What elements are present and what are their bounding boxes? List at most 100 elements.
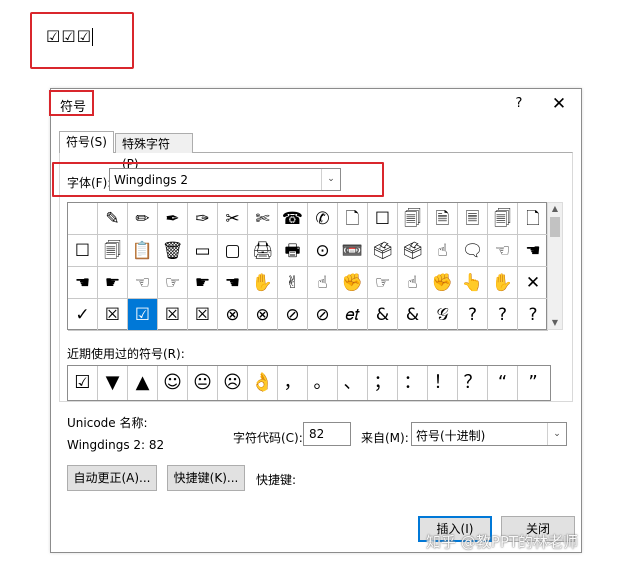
recent-symbol-cell[interactable]: “ <box>488 366 518 400</box>
symbol-cell[interactable]: 📋 <box>128 235 158 267</box>
symbol-cell[interactable]: ✑ <box>188 203 218 235</box>
watermark: 知乎 @教PPT的林老师 <box>426 533 579 551</box>
symbol-cell[interactable]: & <box>398 299 428 331</box>
symbol-cell[interactable]: ? <box>488 299 518 331</box>
symbol-cell[interactable]: 🗨 <box>458 235 488 267</box>
symbol-cell[interactable]: ✒ <box>158 203 188 235</box>
recent-symbol-cell[interactable]: 😐 <box>188 366 218 400</box>
recent-symbols-row: ☑ ▼ ▲ ☺ 😐 ☹ 👌，。、；：！？ “” <box>67 365 551 401</box>
symbol-cell[interactable]: ✆ <box>308 203 338 235</box>
symbol-cell[interactable]: ▢ <box>218 235 248 267</box>
symbol-cell[interactable]: ⊘ <box>308 299 338 331</box>
symbol-cell[interactable]: ☚ <box>218 267 248 299</box>
symbol-cell[interactable]: ☝ <box>308 267 338 299</box>
symbol-cell[interactable]: ☐ <box>68 235 98 267</box>
scroll-up-icon[interactable]: ▲ <box>548 203 562 215</box>
symbol-cell[interactable]: ☞ <box>368 267 398 299</box>
recent-symbol-cell[interactable]: ☹ <box>218 366 248 400</box>
recent-symbol-cell[interactable]: ” <box>518 366 548 400</box>
symbol-cell[interactable]: 🖶 <box>278 235 308 267</box>
symbol-cell[interactable]: ✋ <box>248 267 278 299</box>
recent-symbol-cell[interactable]: ： <box>398 366 428 400</box>
symbol-cell[interactable]: 🗳 <box>398 235 428 267</box>
symbol-cell[interactable]: ☒ <box>188 299 218 331</box>
char-code-input[interactable]: 82 <box>303 422 351 446</box>
symbol-cell[interactable]: ☝ <box>398 267 428 299</box>
symbol-cell[interactable]: ☜ <box>128 267 158 299</box>
recent-symbol-cell[interactable]: ☑ <box>68 366 98 400</box>
symbol-cell[interactable]: ⊗ <box>218 299 248 331</box>
recent-symbol-cell[interactable]: ▼ <box>98 366 128 400</box>
from-select-value: 符号(十进制) <box>416 429 486 443</box>
symbol-cell[interactable]: ☝ <box>428 235 458 267</box>
symbol-cell[interactable]: ☛ <box>188 267 218 299</box>
symbol-cell[interactable]: ☐ <box>368 203 398 235</box>
symbol-cell[interactable]: 🗐 <box>488 203 518 235</box>
symbol-cell[interactable]: ⊙ <box>308 235 338 267</box>
symbol-cell[interactable]: ✌ <box>278 267 308 299</box>
symbol-cell[interactable]: ⊘ <box>278 299 308 331</box>
close-icon[interactable]: ✕ <box>547 92 571 116</box>
recent-symbol-cell[interactable]: 。 <box>308 366 338 400</box>
recent-symbol-cell[interactable]: 👌 <box>248 366 278 400</box>
help-button[interactable]: ? <box>509 94 529 114</box>
symbol-cell[interactable]: 🗐 <box>398 203 428 235</box>
autocorrect-button[interactable]: 自动更正(A)... <box>67 465 157 491</box>
symbol-cell[interactable]: 🗑 <box>158 235 188 267</box>
unicode-name-label: Unicode 名称: <box>67 416 148 430</box>
symbol-cell[interactable]: 🗐 <box>98 235 128 267</box>
symbol-cell[interactable]: ✊ <box>428 267 458 299</box>
dialog-titlebar[interactable]: 符号 ? ✕ <box>49 89 581 119</box>
symbol-cell[interactable]: ☑ <box>128 299 158 331</box>
symbol-cell[interactable]: ✊ <box>338 267 368 299</box>
symbol-cell[interactable]: ✏ <box>128 203 158 235</box>
symbol-cell[interactable]: 𝒢 <box>428 299 458 331</box>
symbol-cell[interactable]: ☛ <box>98 267 128 299</box>
symbol-cell[interactable]: ☒ <box>98 299 128 331</box>
symbol-cell[interactable]: 🗋 <box>338 203 368 235</box>
symbol-cell[interactable]: 📼 <box>338 235 368 267</box>
recent-symbol-cell[interactable]: ！ <box>428 366 458 400</box>
symbol-cell[interactable]: ✕ <box>518 267 548 299</box>
from-select[interactable]: 符号(十进制) ⌄ <box>411 422 567 446</box>
tab-special-characters[interactable]: 特殊字符(P) <box>115 133 193 171</box>
chevron-down-icon[interactable]: ⌄ <box>547 423 566 445</box>
recent-symbol-cell[interactable]: ☺ <box>158 366 188 400</box>
shortcut-key-button[interactable]: 快捷键(K)... <box>167 465 245 491</box>
symbol-cell[interactable]: 𝑒𝑡 <box>338 299 368 331</box>
recent-symbol-cell[interactable]: ？ <box>458 366 488 400</box>
symbol-cell[interactable]: ⊗ <box>248 299 278 331</box>
symbol-cell[interactable]: ? <box>458 299 488 331</box>
char-code-label: 字符代码(C): <box>233 431 303 445</box>
recent-symbol-cell[interactable]: ； <box>368 366 398 400</box>
scrollbar-thumb[interactable] <box>550 217 560 237</box>
tab-symbols[interactable]: 符号(S) <box>59 131 114 153</box>
symbol-cell[interactable]: ☜ <box>488 235 518 267</box>
symbol-cell[interactable]: ▭ <box>188 235 218 267</box>
symbol-cell[interactable]: ✄ <box>248 203 278 235</box>
symbol-cell[interactable]: ✋ <box>488 267 518 299</box>
recent-symbol-cell[interactable]: ▲ <box>128 366 158 400</box>
symbol-cell[interactable]: ✓ <box>68 299 98 331</box>
symbol-cell[interactable]: 🖨 <box>248 235 278 267</box>
symbol-cell[interactable] <box>68 203 98 235</box>
symbol-cell[interactable]: ☚ <box>518 235 548 267</box>
symbol-cell[interactable]: ☚ <box>68 267 98 299</box>
symbol-cell[interactable]: ☒ <box>158 299 188 331</box>
symbol-cell[interactable]: & <box>368 299 398 331</box>
scroll-down-icon[interactable]: ▼ <box>548 317 562 329</box>
symbol-cell[interactable]: ☞ <box>158 267 188 299</box>
symbol-cell[interactable]: 🗏 <box>458 203 488 235</box>
symbol-cell[interactable]: ? <box>518 299 548 331</box>
grid-scrollbar[interactable]: ▲ ▼ <box>547 202 563 330</box>
highlight-box-title <box>49 90 94 116</box>
recent-symbol-cell[interactable]: ， <box>278 366 308 400</box>
recent-symbol-cell[interactable]: 、 <box>338 366 368 400</box>
symbol-cell[interactable]: 🗎 <box>428 203 458 235</box>
symbol-cell[interactable]: 👆 <box>458 267 488 299</box>
symbol-cell[interactable]: ✎ <box>98 203 128 235</box>
symbol-cell[interactable]: 🗋 <box>518 203 548 235</box>
symbol-cell[interactable]: ☎ <box>278 203 308 235</box>
symbol-cell[interactable]: ✂ <box>218 203 248 235</box>
symbol-cell[interactable]: 🗳 <box>368 235 398 267</box>
